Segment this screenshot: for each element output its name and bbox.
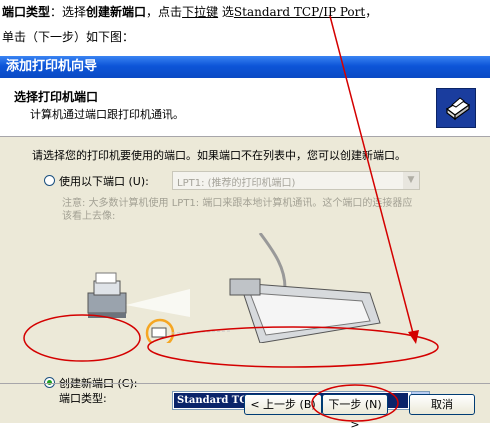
instruction-tail: ， (365, 5, 378, 19)
printer-icon (436, 88, 476, 128)
port-connector-illustration (80, 232, 410, 348)
instruction-label: 端口类型 (2, 5, 51, 19)
use-port-radio[interactable] (44, 175, 55, 186)
cancel-button[interactable]: 取消 (409, 394, 475, 415)
back-button[interactable]: < 上一步 (B) (244, 394, 322, 415)
header-title: 选择打印机端口 (14, 90, 99, 104)
instruction-sep: ：选择 (50, 5, 87, 19)
instruction-line-2: 单击（下一步）如下图： (2, 30, 135, 44)
instruction-dropdown-key: 下拉键 (182, 5, 219, 19)
use-port-value: LPT1: (推荐的打印机端口) (177, 178, 296, 189)
use-port-dropdown[interactable]: LPT1: (推荐的打印机端口) ▼ (172, 171, 420, 190)
header-subtitle: 计算机通过端口跟打印机通讯。 (30, 108, 184, 121)
instruction-bold: 创建新端口 (86, 5, 147, 19)
use-port-label[interactable]: 使用以下端口 (U): (59, 173, 149, 189)
chevron-down-icon[interactable]: ▼ (403, 172, 419, 189)
connector-illustration (229, 232, 381, 344)
document-text: 端口类型：选择创建新端口，点击下拉键 选Standard TCP/IP Port… (0, 0, 490, 56)
add-printer-wizard: 添加打印机向导 选择打印机端口 计算机通过端口跟打印机通讯。 请选择您的打印机要… (0, 56, 490, 431)
wizard-header: 选择打印机端口 计算机通过端口跟打印机通讯。 (0, 78, 490, 137)
instruction-mid: ，点击 (146, 5, 183, 19)
window-title: 添加打印机向导 (0, 56, 490, 78)
printer-illustration (87, 272, 127, 318)
next-button[interactable]: 下一步 (N) > (322, 394, 388, 431)
port-note: 注意: 大多数计算机使用 LPT1: 端口来跟本地计算机通讯。这个端口的连接器应… (62, 198, 413, 222)
instruction-space: 选 (218, 5, 234, 19)
instruction-port-name: Standard TCP/IP Port (233, 5, 366, 19)
instruction-line-1: 端口类型：选择创建新端口，点击下拉键 选Standard TCP/IP Port… (2, 3, 377, 20)
wizard-body: 请选择您的打印机要使用的端口。如果端口不在列表中，您可以创建新端口。 使用以下端… (0, 137, 490, 410)
wizard-footer: < 上一步 (B) 下一步 (N) > 取消 (0, 383, 490, 431)
port-prompt: 请选择您的打印机要使用的端口。如果端口不在列表中，您可以创建新端口。 (32, 149, 406, 162)
